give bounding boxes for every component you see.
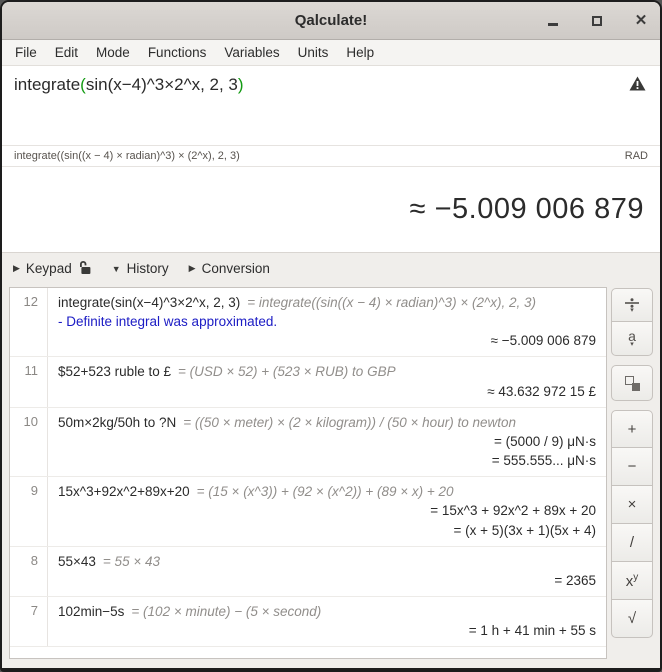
- row-expression: 55×43: [58, 554, 96, 569]
- power-button[interactable]: xy: [611, 562, 653, 600]
- window-title: Qalculate!: [295, 12, 368, 29]
- history-expander[interactable]: ▼ History: [112, 261, 169, 276]
- menu-help[interactable]: Help: [337, 42, 383, 63]
- menu-functions[interactable]: Functions: [139, 42, 216, 63]
- conversion-expander[interactable]: ▶ Conversion: [189, 261, 270, 276]
- history-row[interactable]: 11 $52+523 ruble to £ = (USD × 52) + (523…: [10, 357, 606, 407]
- titlebar[interactable]: Qalculate! ✕: [2, 2, 660, 40]
- conversion-expander-label: Conversion: [202, 261, 270, 276]
- minimize-icon: [548, 23, 558, 26]
- history-row[interactable]: 8 55×43 = 55 × 43 = 2365: [10, 547, 606, 597]
- row-expression-line[interactable]: 15x^3+92x^2+89x+20 = (15 × (x^3)) + (92 ×…: [58, 482, 596, 501]
- menu-mode[interactable]: Mode: [87, 42, 139, 63]
- panel-expander-bar: ▶ Keypad ▼ History ▶ Conversion: [2, 252, 660, 284]
- triangle-right-icon: ▶: [189, 263, 196, 274]
- angle-mode-indicator: RAD: [625, 150, 648, 162]
- row-expression-line[interactable]: 102min−5s = (102 × minute) − (5 × second): [58, 602, 596, 621]
- row-parsed: = (102 × minute) − (5 × second): [131, 604, 321, 619]
- expression-input[interactable]: integrate(sin(x−4)^3×2^x, 2, 3): [2, 65, 660, 145]
- row-parsed: = integrate((sin((x − 4) × radian)^3) × …: [247, 295, 536, 310]
- row-expression-line[interactable]: 50m×2kg/50h to ?N = ((50 × meter) × (2 × …: [58, 413, 596, 432]
- history-list[interactable]: 12 integrate(sin(x−4)^3×2^x, 2, 3) = inte…: [9, 287, 607, 659]
- row-result[interactable]: = (5000 / 9) μN·s: [58, 432, 596, 451]
- history-row[interactable]: 12 integrate(sin(x−4)^3×2^x, 2, 3) = inte…: [10, 288, 606, 357]
- expression-text: integrate(sin(x−4)^3×2^x, 2, 3): [14, 75, 244, 94]
- status-bar: integrate((sin((x − 4) × radian)^3) × (2…: [2, 145, 660, 167]
- row-result[interactable]: = 555.555... μN·s: [58, 451, 596, 470]
- row-expression: integrate(sin(x−4)^3×2^x, 2, 3): [58, 295, 240, 310]
- a-format-dropdown-button[interactable]: a ▾: [611, 322, 653, 356]
- keypad-expander-label: Keypad: [26, 261, 72, 276]
- menubar: File Edit Mode Functions Variables Units…: [2, 40, 660, 65]
- menu-edit[interactable]: Edit: [46, 42, 87, 63]
- chevron-down-icon: ▾: [630, 343, 634, 347]
- close-icon: ✕: [635, 13, 648, 28]
- warning-icon[interactable]: [629, 76, 646, 96]
- chevron-down-icon: ▾: [630, 309, 634, 313]
- row-result[interactable]: ≈ 43.632 972 15 £: [58, 382, 596, 401]
- row-result[interactable]: = 2365: [58, 571, 596, 590]
- multiply-button[interactable]: ×: [611, 486, 653, 524]
- keypad-expander[interactable]: ▶ Keypad: [13, 260, 92, 278]
- history-expander-label: History: [127, 261, 169, 276]
- row-number: 11: [10, 357, 48, 406]
- menu-variables[interactable]: Variables: [215, 42, 288, 63]
- copy-icon: [625, 376, 640, 391]
- maximize-button[interactable]: [590, 14, 604, 28]
- row-expression: $52+523 ruble to £: [58, 364, 171, 379]
- row-result[interactable]: = (x + 5)(3x + 1)(5x + 4): [58, 521, 596, 540]
- parsed-expression: integrate((sin((x − 4) × radian)^3) × (2…: [14, 150, 240, 162]
- row-number: 10: [10, 408, 48, 476]
- result-display: ≈ −5.009 006 879: [2, 167, 660, 252]
- divide-button[interactable]: /: [611, 524, 653, 562]
- close-button[interactable]: ✕: [634, 14, 648, 28]
- row-result[interactable]: = 15x^3 + 92x^2 + 89x + 20: [58, 501, 596, 520]
- triangle-down-icon: ▼: [112, 264, 121, 274]
- qalculate-window: Qalculate! ✕ File Edit Mode Functions Va…: [0, 0, 662, 672]
- row-number: 9: [10, 477, 48, 545]
- row-parsed: = (USD × 52) + (523 × RUB) to GBP: [178, 364, 396, 379]
- row-parsed: = ((50 × meter) × (2 × kilogram)) / (50 …: [183, 415, 516, 430]
- minimize-button[interactable]: [546, 14, 560, 28]
- row-number: 7: [10, 597, 48, 646]
- division-format-dropdown-button[interactable]: ▾: [611, 288, 653, 322]
- row-expression: 50m×2kg/50h to ?N: [58, 415, 176, 430]
- row-expression: 15x^3+92x^2+89x+20: [58, 484, 190, 499]
- division-icon: [624, 298, 640, 308]
- menu-file[interactable]: File: [6, 42, 46, 63]
- menu-units[interactable]: Units: [289, 42, 338, 63]
- unlock-icon[interactable]: [78, 260, 92, 278]
- row-parsed: = (15 × (x^3)) + (92 × (x^2)) + (89 × x)…: [197, 484, 454, 499]
- matched-paren-close: ): [238, 75, 244, 94]
- result-value: ≈ −5.009 006 879: [410, 193, 644, 226]
- row-parsed: = 55 × 43: [103, 554, 160, 569]
- main-area: 12 integrate(sin(x−4)^3×2^x, 2, 3) = inte…: [2, 284, 660, 668]
- row-expression-line[interactable]: 55×43 = 55 × 43: [58, 552, 596, 571]
- history-row[interactable]: 9 15x^3+92x^2+89x+20 = (15 × (x^3)) + (92…: [10, 477, 606, 546]
- side-button-column: ▾ a ▾ + − × / xy √: [607, 287, 657, 659]
- row-result[interactable]: ≈ −5.009 006 879: [58, 331, 596, 350]
- row-note: - Definite integral was approximated.: [58, 312, 596, 331]
- triangle-right-icon: ▶: [13, 263, 20, 274]
- subtract-button[interactable]: −: [611, 448, 653, 486]
- add-button[interactable]: +: [611, 410, 653, 448]
- copy-button[interactable]: [611, 365, 653, 401]
- row-number: 12: [10, 288, 48, 356]
- row-expression-line[interactable]: $52+523 ruble to £ = (USD × 52) + (523 × …: [58, 362, 596, 381]
- maximize-icon: [592, 16, 602, 26]
- sqrt-button[interactable]: √: [611, 600, 653, 638]
- row-result[interactable]: = 1 h + 41 min + 55 s: [58, 621, 596, 640]
- history-row[interactable]: 7 102min−5s = (102 × minute) − (5 × secon…: [10, 597, 606, 647]
- row-number: 8: [10, 547, 48, 596]
- history-row[interactable]: 10 50m×2kg/50h to ?N = ((50 × meter) × (2…: [10, 408, 606, 477]
- row-expression-line[interactable]: integrate(sin(x−4)^3×2^x, 2, 3) = integra…: [58, 293, 596, 312]
- row-expression: 102min−5s: [58, 604, 124, 619]
